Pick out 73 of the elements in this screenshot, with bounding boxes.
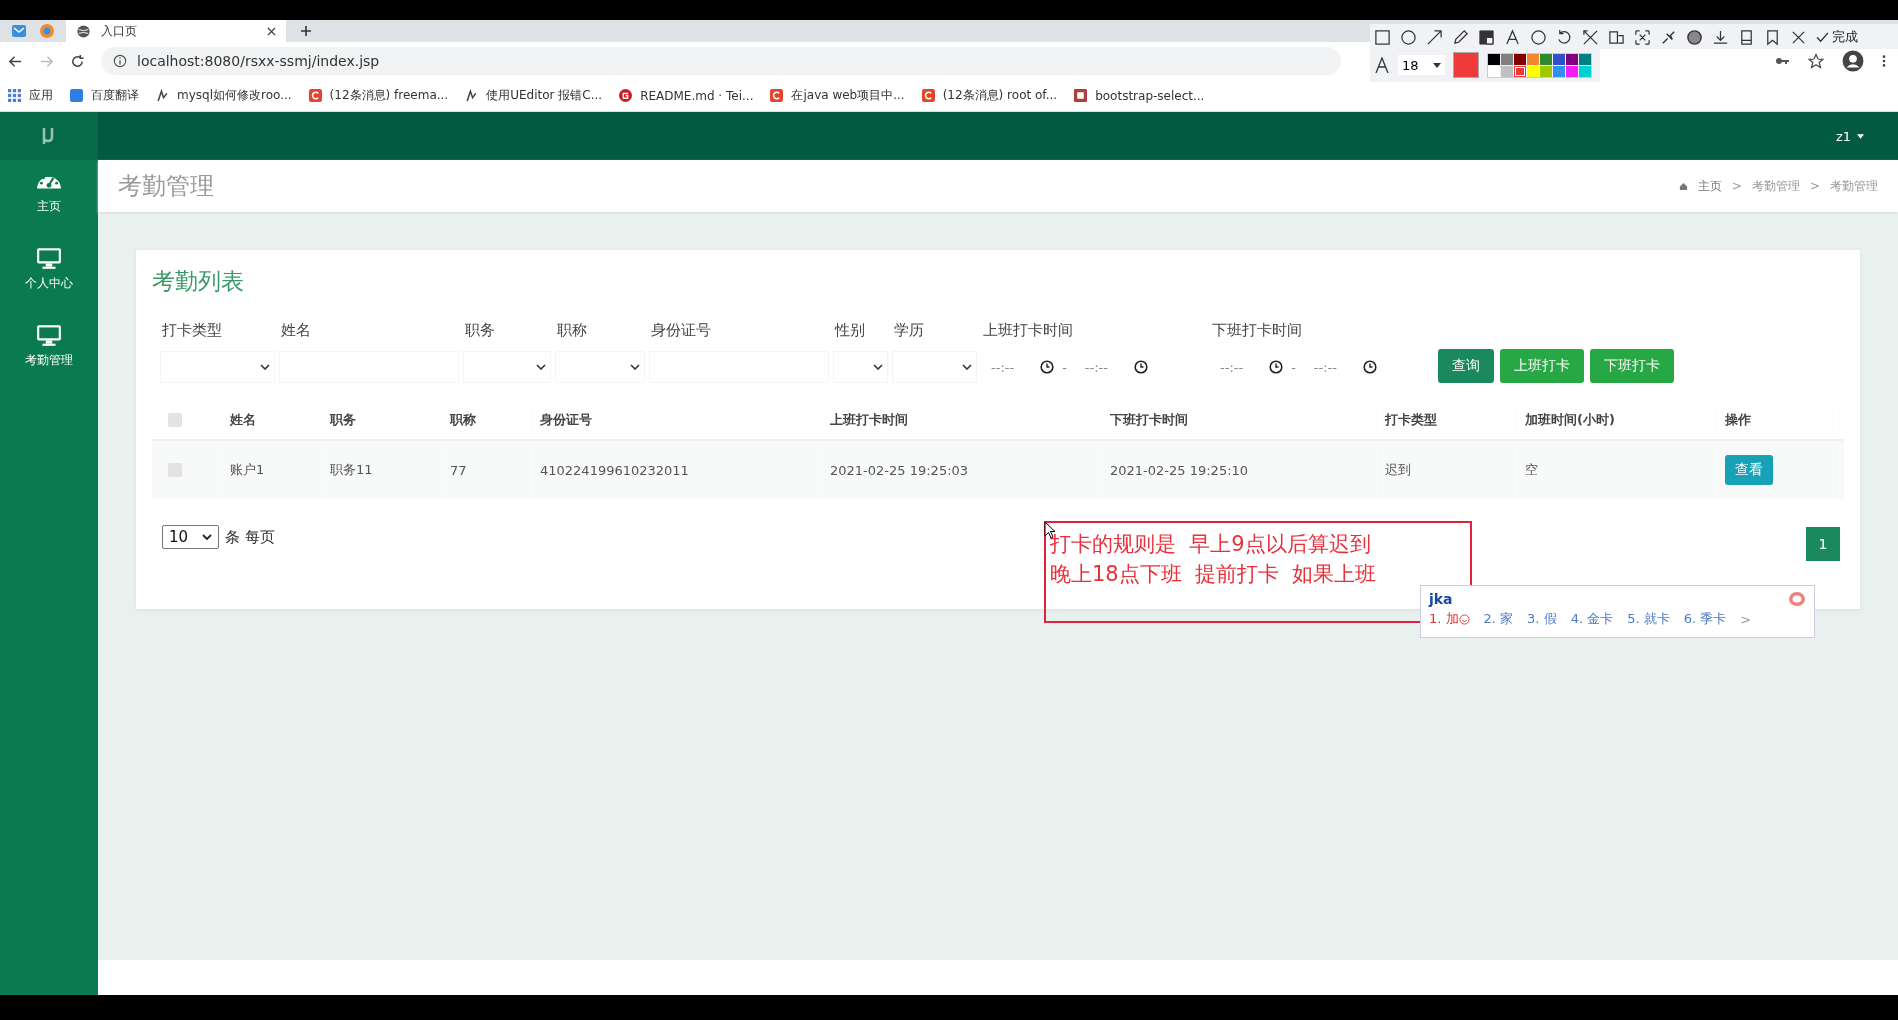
page-size-label: 条 每页 xyxy=(225,527,275,547)
column-header: 打卡类型 xyxy=(1377,401,1517,439)
column-header: 上班打卡时间 xyxy=(822,401,1102,439)
column-header: 职务 xyxy=(322,401,442,439)
range-separator: - xyxy=(1062,359,1067,375)
sidebar-item[interactable]: 考勤管理 xyxy=(0,324,98,369)
sidebar-item[interactable]: 主页 xyxy=(0,170,98,215)
ime-candidate[interactable]: 2. 家 xyxy=(1483,610,1514,628)
ime-candidate[interactable]: 3. 假 xyxy=(1527,610,1557,628)
filter-label: 职务 xyxy=(464,321,496,341)
ime-candidate[interactable]: 1. 加 xyxy=(1429,610,1459,628)
page-size-select[interactable]: 10 xyxy=(162,525,220,549)
bookmark[interactable]: 应用 xyxy=(8,87,53,104)
column-header: 操作 xyxy=(1717,401,1840,439)
annotation-text: 打卡的规则是 早上9点以后算迟到 xyxy=(1050,531,1372,558)
time-field[interactable]: --:-- xyxy=(1303,359,1377,375)
filter-label: 职称 xyxy=(556,321,588,341)
ime-candidate[interactable]: 5. 就卡 xyxy=(1627,610,1670,628)
filter-label: 性别 xyxy=(833,321,866,341)
breadcrumb-item[interactable]: 主页 xyxy=(1697,177,1722,195)
sidebar-item[interactable]: 个人中心 xyxy=(0,247,98,292)
breadcrumb-item[interactable]: 考勤管理 xyxy=(1751,177,1800,195)
browser-tab[interactable]: 入口页 xyxy=(66,20,286,42)
filter-label: 打卡类型 xyxy=(161,321,223,341)
bookmark[interactable]: 使用UEditor 报错C... xyxy=(465,87,603,104)
ime-candidate[interactable]: 6. 季卡 xyxy=(1683,610,1727,628)
filter-label: 学历 xyxy=(893,321,925,341)
annotation-text: 晚上18点下班 提前打卡 如果上班 xyxy=(1050,561,1378,588)
filter-label: 身份证号 xyxy=(650,321,712,341)
clock-in-button[interactable]: 上班打卡 xyxy=(1500,349,1584,383)
ime-input-text: jka xyxy=(1429,591,1453,607)
column-header: 职称 xyxy=(442,401,532,439)
table-cell: 迟到 xyxy=(1377,441,1517,499)
filter-label: 姓名 xyxy=(280,321,312,341)
table-cell: 账户1 xyxy=(222,441,322,499)
table-cell: 410224199610232011 xyxy=(532,441,822,499)
table-cell: 77 xyxy=(442,441,532,499)
column-header: 姓名 xyxy=(222,401,322,439)
page-button[interactable]: 1 xyxy=(1806,527,1840,561)
bookmark[interactable]: 百度翻译 xyxy=(70,87,139,104)
done-button[interactable]: 完成 xyxy=(1816,28,1858,46)
column-header: 身份证号 xyxy=(532,401,822,439)
filter-label: 下班打卡时间 xyxy=(1211,321,1303,341)
table-cell: 2021-02-25 19:25:10 xyxy=(1102,441,1377,499)
search-button[interactable]: 查询 xyxy=(1438,349,1494,383)
breadcrumb-item: 考勤管理 xyxy=(1830,177,1878,195)
range-separator: - xyxy=(1291,359,1296,375)
next-page-arrow[interactable]: > xyxy=(1740,611,1752,627)
time-field[interactable]: --:-- xyxy=(981,359,1055,375)
time-field[interactable]: --:-- xyxy=(1074,359,1148,375)
font-size-select[interactable]: 18 xyxy=(1398,55,1445,75)
table-cell: 空 xyxy=(1517,441,1717,499)
column-header: 加班时间(小时) xyxy=(1517,401,1717,439)
page-title: 考勤管理 xyxy=(118,171,214,202)
bookmark[interactable]: mysql如何修改roo... xyxy=(156,87,292,104)
column-header: 下班打卡时间 xyxy=(1102,401,1377,439)
filter-label: 上班打卡时间 xyxy=(982,321,1074,341)
ime-candidate[interactable]: 4. 金卡 xyxy=(1570,610,1614,628)
clock-in-button[interactable]: 下班打卡 xyxy=(1590,349,1674,383)
bookmark[interactable]: (12条消息) freema... xyxy=(308,87,449,104)
bookmark[interactable]: README.md · Tei... xyxy=(619,88,754,103)
bookmark[interactable]: (12条消息) root of... xyxy=(921,87,1058,104)
bookmark[interactable]: 在java web项目中... xyxy=(770,87,905,104)
breadcrumb-separator: > xyxy=(1731,179,1742,193)
bookmark[interactable]: bootstrap-select... xyxy=(1074,88,1205,103)
view-button[interactable]: 查看 xyxy=(1725,455,1773,485)
breadcrumb-separator: > xyxy=(1809,179,1820,193)
address-bar[interactable]: localhost:8080/rsxx-ssmj/index.jsp xyxy=(101,47,1341,75)
card-title: 考勤列表 xyxy=(152,267,245,296)
table-cell: 2021-02-25 19:25:03 xyxy=(822,441,1102,499)
user-menu[interactable]: z1 xyxy=(1835,128,1864,144)
time-field[interactable]: --:-- xyxy=(1210,359,1284,375)
table-cell: 职务11 xyxy=(322,441,442,499)
